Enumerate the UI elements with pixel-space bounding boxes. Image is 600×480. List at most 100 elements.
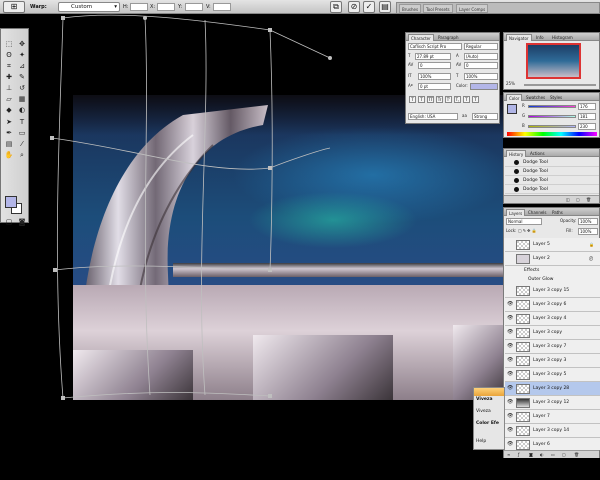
faux-italic-button[interactable]: T (418, 96, 425, 103)
horizontal-scale-field[interactable]: 100% (464, 73, 498, 80)
eye-icon[interactable] (507, 256, 513, 261)
layer-row[interactable]: 👁 Layer 3 copy 4 (505, 312, 600, 326)
tab-paragraph[interactable]: Paragraph (436, 34, 461, 41)
layer-name: Layer 5 (533, 242, 550, 247)
eye-icon[interactable]: 👁 (507, 344, 513, 349)
faux-bold-button[interactable]: T (409, 96, 416, 103)
zoom-slider[interactable] (524, 84, 596, 86)
baseline-shift-field[interactable]: 0 pt (418, 83, 451, 90)
history-item[interactable]: Dodge Tool (505, 158, 599, 167)
navigator-thumbnail[interactable] (526, 43, 581, 79)
b-value[interactable]: 230 (578, 123, 596, 130)
vertical-scale-field[interactable]: 100% (418, 73, 451, 80)
g-value[interactable]: 181 (578, 113, 596, 120)
eye-icon[interactable]: 👁 (507, 442, 513, 447)
eye-icon[interactable] (507, 288, 513, 293)
strikethrough-button[interactable]: T (472, 96, 479, 103)
r-slider[interactable] (528, 105, 576, 108)
layer-row-selected[interactable]: 👁 Layer 3 copy 28 (505, 382, 600, 396)
new-group-icon[interactable]: ▭ (551, 452, 555, 458)
b-slider[interactable] (528, 125, 576, 128)
eye-icon[interactable]: 👁 (507, 414, 513, 419)
tracking-field[interactable]: 0 (464, 62, 498, 69)
small-caps-button[interactable]: Tr (436, 96, 443, 103)
help-item[interactable]: Help (476, 438, 486, 446)
color-ramp[interactable] (507, 132, 597, 136)
antialias-select[interactable]: Strong (472, 113, 498, 120)
layer-row[interactable]: 👁 Layer 7 (505, 410, 600, 424)
history-item-label: Dodge Tool (523, 187, 548, 192)
layer-row[interactable]: Layer 5 🔒 (505, 238, 600, 252)
eye-icon[interactable]: 👁 (507, 302, 513, 307)
tab-histogram[interactable]: Histogram (550, 34, 575, 41)
language-select[interactable]: English: USA (408, 113, 458, 120)
blend-mode-select[interactable]: Normal (506, 218, 542, 225)
history-item[interactable]: Dodge Tool (505, 167, 599, 176)
new-document-icon[interactable]: ▢ (576, 197, 580, 203)
trash-icon[interactable]: 🗑 (574, 452, 579, 458)
layer-row[interactable]: 👁 Layer 3 copy 12 (505, 396, 600, 410)
tab-character[interactable]: Character (408, 34, 434, 41)
tab-color[interactable]: Color (506, 94, 523, 101)
layer-style-icon[interactable]: ƒ (518, 452, 519, 458)
tab-swatches[interactable]: Swatches (524, 94, 547, 101)
layer-row[interactable]: 👁 Layer 3 copy 14 (505, 424, 600, 438)
effects-icon[interactable]: ⓕ (589, 256, 593, 262)
r-value[interactable]: 176 (578, 103, 596, 110)
tab-navigator[interactable]: Navigator (506, 34, 532, 41)
link-icon[interactable]: ∞ (507, 452, 510, 458)
trash-icon[interactable]: 🗑 (586, 197, 591, 203)
eye-icon[interactable]: 👁 (507, 400, 513, 405)
opacity-field[interactable]: 100% (578, 218, 598, 225)
tab-actions[interactable]: Actions (528, 150, 547, 157)
new-snapshot-icon[interactable]: ◫ (566, 197, 570, 203)
all-caps-button[interactable]: TT (427, 96, 434, 103)
color-efex-item[interactable]: Color Efe (476, 420, 499, 428)
text-color-swatch[interactable] (470, 83, 498, 90)
superscript-button[interactable]: T' (445, 96, 452, 103)
eye-icon[interactable]: 👁 (507, 428, 513, 433)
adjustment-layer-icon[interactable]: ◐ (540, 452, 544, 458)
layer-name: Layer 3 copy 12 (533, 400, 570, 405)
font-size-field[interactable]: 27.89 pt (415, 53, 451, 60)
subscript-button[interactable]: T, (454, 96, 461, 103)
tab-paths[interactable]: Paths (550, 209, 565, 216)
color-fg-swatch[interactable] (507, 104, 517, 114)
tab-styles[interactable]: Styles (548, 94, 564, 101)
layer-row[interactable]: 👁 Layer 3 copy (505, 326, 600, 340)
layer-row[interactable]: Layer 2 ⓕ (505, 252, 600, 266)
new-layer-icon[interactable]: ▢ (562, 452, 566, 458)
font-family-select[interactable]: Caflisch Script Pro (408, 43, 462, 50)
layer-row[interactable]: 👁 Layer 3 copy 6 (505, 298, 600, 312)
tab-layers[interactable]: Layers (506, 209, 526, 216)
layer-row[interactable]: Layer 3 copy 15 (505, 284, 600, 298)
eye-icon[interactable] (507, 242, 513, 247)
tab-history[interactable]: History (506, 150, 527, 157)
font-style-select[interactable]: Regular (464, 43, 498, 50)
eye-icon[interactable]: 👁 (507, 316, 513, 321)
lock-icons[interactable]: ▢✎✥🔒 (518, 228, 537, 234)
layer-row[interactable]: 👁 Layer 6 (505, 438, 600, 450)
fill-field[interactable]: 100% (578, 228, 598, 235)
leading-field[interactable]: (Auto) (464, 53, 498, 60)
eye-icon[interactable]: 👁 (507, 386, 513, 391)
kerning-field[interactable]: 0 (418, 62, 451, 69)
history-item[interactable]: Dodge Tool (505, 185, 599, 194)
history-item[interactable]: Dodge Tool (505, 176, 599, 185)
layer-row[interactable]: 👁 Layer 3 copy 3 (505, 354, 600, 368)
eye-icon[interactable]: 👁 (507, 372, 513, 377)
eye-icon[interactable]: 👁 (507, 358, 513, 363)
character-tabs: Character Paragraph (406, 33, 499, 41)
eye-icon[interactable]: 👁 (507, 330, 513, 335)
layer-row[interactable]: 👁 Layer 3 copy 7 (505, 340, 600, 354)
tab-info[interactable]: Info (534, 34, 546, 41)
g-slider[interactable] (528, 115, 576, 118)
mask-icon[interactable]: ◙ (529, 452, 533, 458)
tab-channels[interactable]: Channels (526, 209, 549, 216)
underline-button[interactable]: T (463, 96, 470, 103)
viveza-item[interactable]: Viveza (476, 408, 491, 416)
outer-glow-effect[interactable]: Outer Glow (528, 275, 553, 284)
layer-name: Layer 3 copy 3 (533, 358, 567, 363)
history-item-label: Dodge Tool (523, 178, 548, 183)
layer-row[interactable]: 👁 Layer 3 copy 5 (505, 368, 600, 382)
